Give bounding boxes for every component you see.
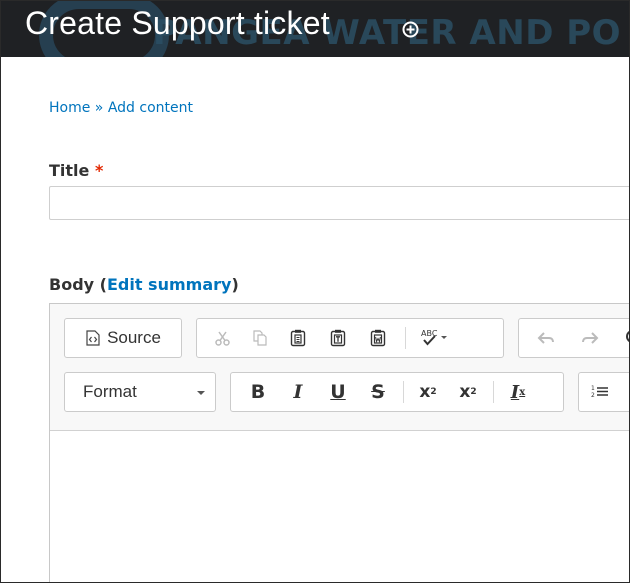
paste-button[interactable] [281,319,315,357]
breadcrumb-home-link[interactable]: Home [49,100,90,116]
svg-text:2: 2 [591,392,595,399]
paste-from-word-button[interactable] [361,319,395,357]
redo-button[interactable] [573,319,607,357]
source-icon [86,330,100,346]
title-label-text: Title [49,161,90,180]
source-group: Source [64,318,182,358]
editor-toolbar: Source ABC Format B I U S x 2 x 2 I x 1 … [50,304,629,431]
subscript-button[interactable]: x2 [411,373,445,411]
body-editor: Source ABC Format B I U S x 2 x 2 I x 1 … [49,303,629,582]
toolbar-separator [403,381,404,403]
page-title: Create Support ticket [25,5,330,41]
strikethrough-button[interactable]: S [361,373,395,411]
find-button[interactable] [617,319,629,357]
basic-styles-group: B I U S x2 x2 Ix [230,372,564,412]
spellcheck-icon: ABC [421,329,447,346]
cut-icon [214,331,230,346]
body-label-text: Body [49,275,95,294]
subscript-x: x [419,382,431,402]
underline-button[interactable]: U [321,373,355,411]
numbered-list-button[interactable]: 1 2 [583,373,617,411]
required-marker: * [94,161,104,180]
superscript-x: x [459,382,471,402]
source-button[interactable]: Source [65,319,181,357]
toolbar-separator [405,327,406,349]
remove-format-x: x [519,386,526,398]
bold-button[interactable]: B [241,373,275,411]
format-dropdown[interactable]: Format [64,372,216,412]
add-shortcut-icon[interactable] [402,21,419,38]
history-group [518,318,629,358]
clipboard-group: ABC [196,318,504,358]
title-field-label: Title * [49,161,103,180]
toolbar-separator [493,381,494,403]
paste-text-button[interactable] [321,319,355,357]
undo-button[interactable] [529,319,563,357]
paren-close: ) [231,275,239,294]
remove-format-i: I [510,381,520,403]
title-input[interactable] [49,186,629,220]
format-label: Format [83,382,137,401]
list-group: 1 2 [578,372,629,412]
copy-button[interactable] [243,319,277,357]
search-icon [626,331,629,342]
redo-icon [582,332,599,344]
copy-icon [253,330,267,346]
remove-format-button[interactable]: Ix [501,373,535,411]
cut-button[interactable] [205,319,239,357]
paste-word-icon [370,329,386,347]
paste-icon [290,329,306,347]
chevron-down-icon [197,391,205,395]
paste-text-icon [330,329,346,347]
breadcrumb-current-link[interactable]: Add content [108,100,193,116]
svg-text:1: 1 [591,385,595,392]
page-frame: PANGEA WATER AND PO Create Support ticke… [0,0,630,583]
spellcheck-button[interactable]: ABC [411,319,461,357]
breadcrumb-separator: » [94,100,104,116]
paren-open: ( [99,275,107,294]
body-field-label: Body (Edit summary) [49,275,239,294]
breadcrumb: Home » Add content [49,100,193,116]
superscript-2: 2 [470,387,477,397]
italic-button[interactable]: I [281,373,315,411]
subscript-2: 2 [430,387,437,397]
source-label: Source [107,328,161,347]
edit-summary-link[interactable]: Edit summary [107,275,231,294]
page-header: PANGEA WATER AND PO Create Support ticke… [1,1,629,57]
numbered-list-icon: 1 2 [591,385,608,399]
editor-content-area[interactable] [50,431,629,582]
superscript-button[interactable]: x2 [451,373,485,411]
undo-icon [537,332,554,344]
